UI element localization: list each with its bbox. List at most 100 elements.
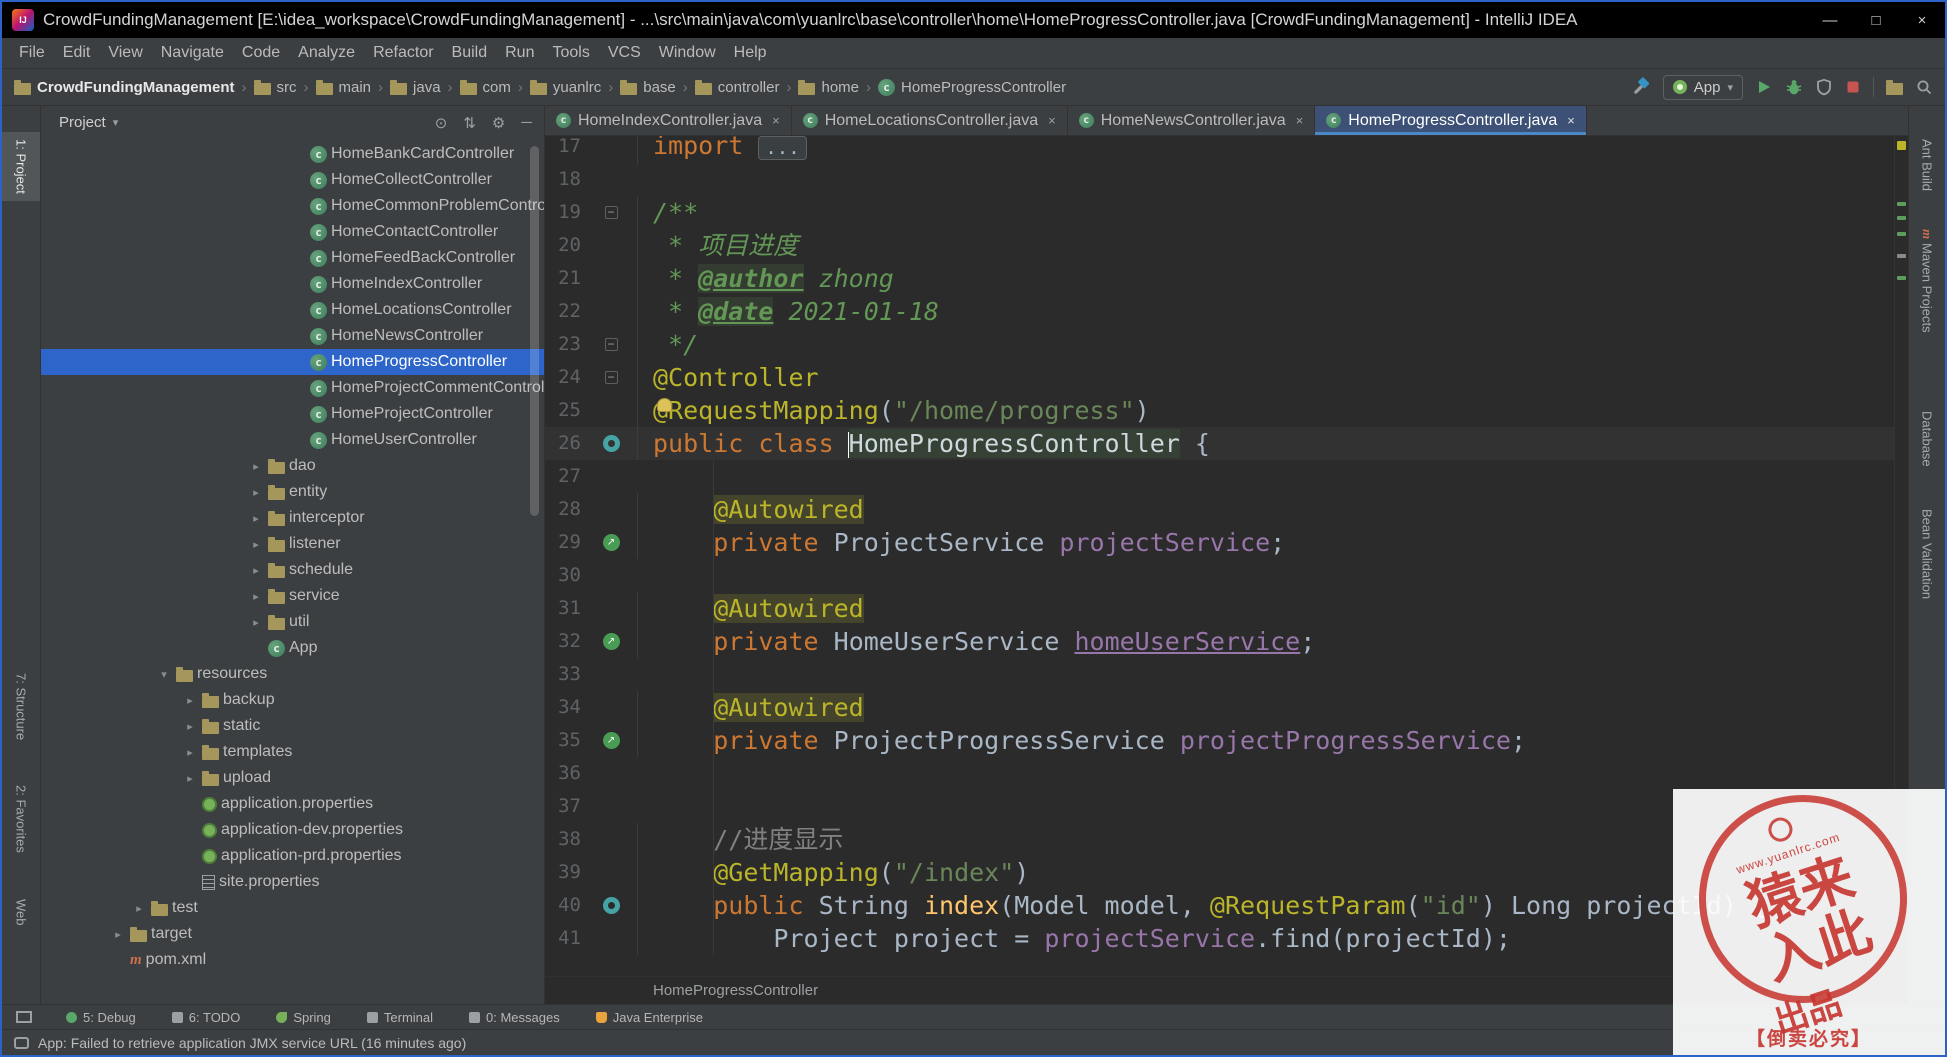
fold-marker-icon[interactable]: −	[604, 371, 618, 384]
code-line-22[interactable]: 22 * @date 2021-01-18	[545, 295, 1894, 328]
tool-button-0-messages[interactable]: 0: Messages	[451, 1005, 578, 1029]
tree-item-entity[interactable]: ▸ entity	[41, 479, 544, 505]
run-button[interactable]	[1755, 78, 1773, 96]
tree-item-homeprogresscontroller[interactable]: c HomeProgressController	[41, 349, 544, 375]
spring-mapping-icon[interactable]	[602, 897, 620, 914]
coverage-button[interactable]	[1815, 78, 1833, 96]
breadcrumb-item-com[interactable]: com	[459, 79, 511, 96]
code-line-17[interactable]: 17 import ...	[545, 136, 1894, 165]
menu-item-help[interactable]: Help	[725, 44, 776, 62]
tree-item-backup[interactable]: ▸ backup	[41, 687, 544, 713]
tree-item-homebankcardcontroller[interactable]: c HomeBankCardController	[41, 141, 544, 167]
project-tree-scrollbar[interactable]	[530, 146, 539, 516]
tool-button-database[interactable]: Database	[1909, 404, 1945, 474]
run-config-selector[interactable]: App ▾	[1662, 74, 1743, 100]
menu-item-run[interactable]: Run	[496, 44, 543, 62]
code-line-18[interactable]: 18	[545, 163, 1894, 196]
code-line-23[interactable]: 23 − */	[545, 328, 1894, 361]
spring-bean-icon[interactable]: ↗	[602, 633, 620, 650]
code-line-20[interactable]: 20 * 项目进度	[545, 229, 1894, 262]
tab-homeprogresscontroller-java[interactable]: c HomeProgressController.java ×	[1315, 106, 1587, 135]
tool-button-terminal[interactable]: Terminal	[349, 1005, 451, 1029]
tree-item-resources[interactable]: ▾ resources	[41, 661, 544, 687]
tree-item-templates[interactable]: ▸ templates	[41, 739, 544, 765]
chevron-right-icon[interactable]: ▸	[182, 694, 198, 707]
stripe-mark[interactable]	[1897, 141, 1906, 150]
close-icon[interactable]: ×	[1296, 113, 1304, 128]
breadcrumb-item-home[interactable]: home	[798, 79, 859, 96]
tree-item-target[interactable]: ▸ target	[41, 921, 544, 947]
chevron-right-icon[interactable]: ▸	[248, 616, 264, 629]
breadcrumb-class-name[interactable]: HomeProgressController	[653, 982, 818, 999]
chevron-right-icon[interactable]: ▸	[248, 460, 264, 473]
tree-item-schedule[interactable]: ▸ schedule	[41, 557, 544, 583]
chevron-right-icon[interactable]: ▸	[131, 902, 147, 915]
code-line-35[interactable]: 35 ↗ private ProjectProgressService proje…	[545, 724, 1894, 757]
tool-button-ant-build[interactable]: Ant Build	[1909, 132, 1945, 198]
stop-button[interactable]	[1845, 79, 1861, 95]
chevron-down-icon[interactable]: ▾	[156, 668, 172, 681]
menu-item-window[interactable]: Window	[650, 44, 725, 62]
locate-file-icon[interactable]: ⊙	[435, 114, 448, 132]
tree-item-homenewscontroller[interactable]: c HomeNewsController	[41, 323, 544, 349]
code-line-24[interactable]: 24 − @Controller	[545, 361, 1894, 394]
collapse-all-icon[interactable]: ⇅	[463, 114, 476, 132]
code-line-32[interactable]: 32 ↗ private HomeUserService homeUserServ…	[545, 625, 1894, 658]
menu-item-build[interactable]: Build	[443, 44, 497, 62]
menu-item-edit[interactable]: Edit	[54, 44, 100, 62]
close-icon[interactable]: ×	[772, 113, 780, 128]
tree-item-pom-xml[interactable]: m pom.xml	[41, 947, 544, 973]
chevron-right-icon[interactable]: ▸	[248, 564, 264, 577]
tree-item-homeusercontroller[interactable]: c HomeUserController	[41, 427, 544, 453]
tree-item-static[interactable]: ▸ static	[41, 713, 544, 739]
tool-button-web[interactable]: Web	[2, 892, 40, 933]
tree-item-homeindexcontroller[interactable]: c HomeIndexController	[41, 271, 544, 297]
breadcrumb-item-src[interactable]: src	[253, 79, 297, 96]
code-line-29[interactable]: 29 ↗ private ProjectService projectServic…	[545, 526, 1894, 559]
tree-item-dao[interactable]: ▸ dao	[41, 453, 544, 479]
tree-item-upload[interactable]: ▸ upload	[41, 765, 544, 791]
search-everywhere-icon[interactable]	[1915, 78, 1933, 96]
close-button[interactable]: ×	[1899, 2, 1945, 38]
tool-button-java-enterprise[interactable]: Java Enterprise	[578, 1005, 721, 1029]
code-line-26[interactable]: 26 public class HomeProgressController {	[545, 427, 1894, 460]
tree-item-util[interactable]: ▸ util	[41, 609, 544, 635]
close-icon[interactable]: ×	[1567, 113, 1575, 128]
code-line-19[interactable]: 19 − /**	[545, 196, 1894, 229]
code-line-30[interactable]: 30	[545, 559, 1894, 592]
debug-button[interactable]	[1785, 78, 1803, 96]
fold-marker-icon[interactable]: −	[604, 338, 618, 351]
intention-bulb-icon[interactable]	[657, 398, 672, 412]
tool-button-2-favorites[interactable]: 2: Favorites	[2, 778, 40, 860]
project-panel-title[interactable]: Project	[59, 114, 106, 131]
tab-homelocationscontroller-java[interactable]: c HomeLocationsController.java ×	[792, 106, 1068, 135]
menu-item-analyze[interactable]: Analyze	[289, 44, 364, 62]
breadcrumb-item-controller[interactable]: controller	[694, 79, 779, 96]
close-icon[interactable]: ×	[1048, 113, 1056, 128]
chevron-right-icon[interactable]: ▸	[248, 590, 264, 603]
tree-item-app[interactable]: c App	[41, 635, 544, 661]
chevron-right-icon[interactable]: ▸	[248, 538, 264, 551]
tool-button-bean-validation[interactable]: Bean Validation	[1909, 502, 1945, 606]
toolwindow-switcher-icon[interactable]	[16, 1011, 32, 1023]
code-line-33[interactable]: 33	[545, 658, 1894, 691]
tree-item-site-properties[interactable]: site.properties	[41, 869, 544, 895]
code-line-27[interactable]: 27	[545, 460, 1894, 493]
hide-panel-icon[interactable]: ─	[521, 114, 532, 132]
chevron-right-icon[interactable]: ▸	[248, 512, 264, 525]
menu-item-refactor[interactable]: Refactor	[364, 44, 442, 62]
tool-button-7-structure[interactable]: 7: Structure	[2, 666, 40, 747]
build-hammer-icon[interactable]	[1630, 76, 1651, 98]
tree-item-application-prd-properties[interactable]: application-prd.properties	[41, 843, 544, 869]
event-log-icon[interactable]	[14, 1036, 29, 1049]
menu-item-file[interactable]: File	[10, 44, 54, 62]
minimize-button[interactable]: —	[1807, 2, 1853, 38]
menu-item-vcs[interactable]: VCS	[599, 44, 650, 62]
spring-bean-icon[interactable]: ↗	[602, 732, 620, 749]
code-line-34[interactable]: 34 @Autowired	[545, 691, 1894, 724]
tree-item-homecommonproblemcontroller[interactable]: c HomeCommonProblemController	[41, 193, 544, 219]
tab-homeindexcontroller-java[interactable]: c HomeIndexController.java ×	[545, 106, 792, 135]
tree-item-application-dev-properties[interactable]: application-dev.properties	[41, 817, 544, 843]
spring-mapping-icon[interactable]	[602, 435, 620, 452]
stripe-mark[interactable]	[1897, 232, 1906, 236]
